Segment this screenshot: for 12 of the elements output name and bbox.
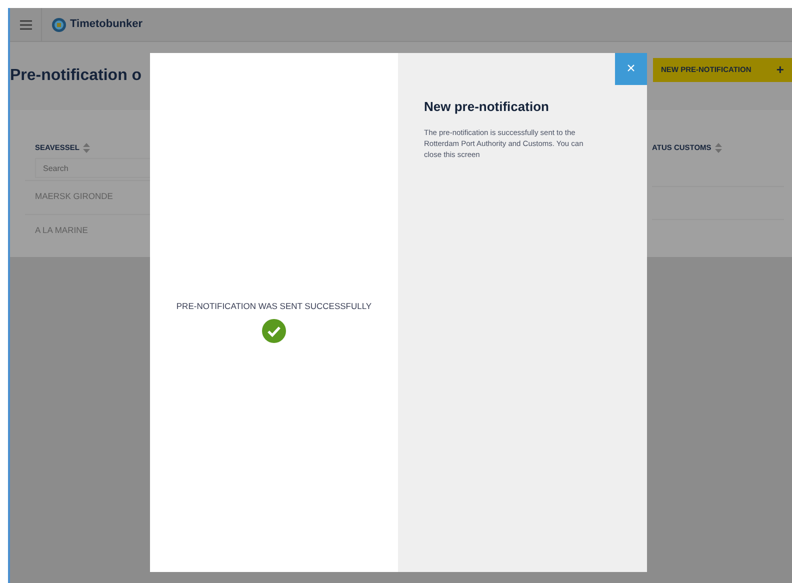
- sort-icon[interactable]: [715, 143, 722, 153]
- sort-icon[interactable]: [83, 143, 90, 153]
- logo-icon: [52, 18, 66, 32]
- success-message: PRE-NOTIFICATION WAS SENT SUCCESSFULLY: [176, 300, 372, 313]
- menu-icon: [20, 20, 32, 30]
- check-circle-icon: [262, 318, 286, 343]
- table-cell: MAERSK GIRONDE: [35, 190, 113, 203]
- close-button[interactable]: ×: [615, 53, 647, 85]
- page-title: Pre-notification o: [10, 66, 142, 86]
- app-name: Timetobunker: [70, 17, 143, 32]
- dialog-title: New pre-notification: [424, 98, 550, 116]
- table-cell: A LA MARINE: [35, 224, 88, 237]
